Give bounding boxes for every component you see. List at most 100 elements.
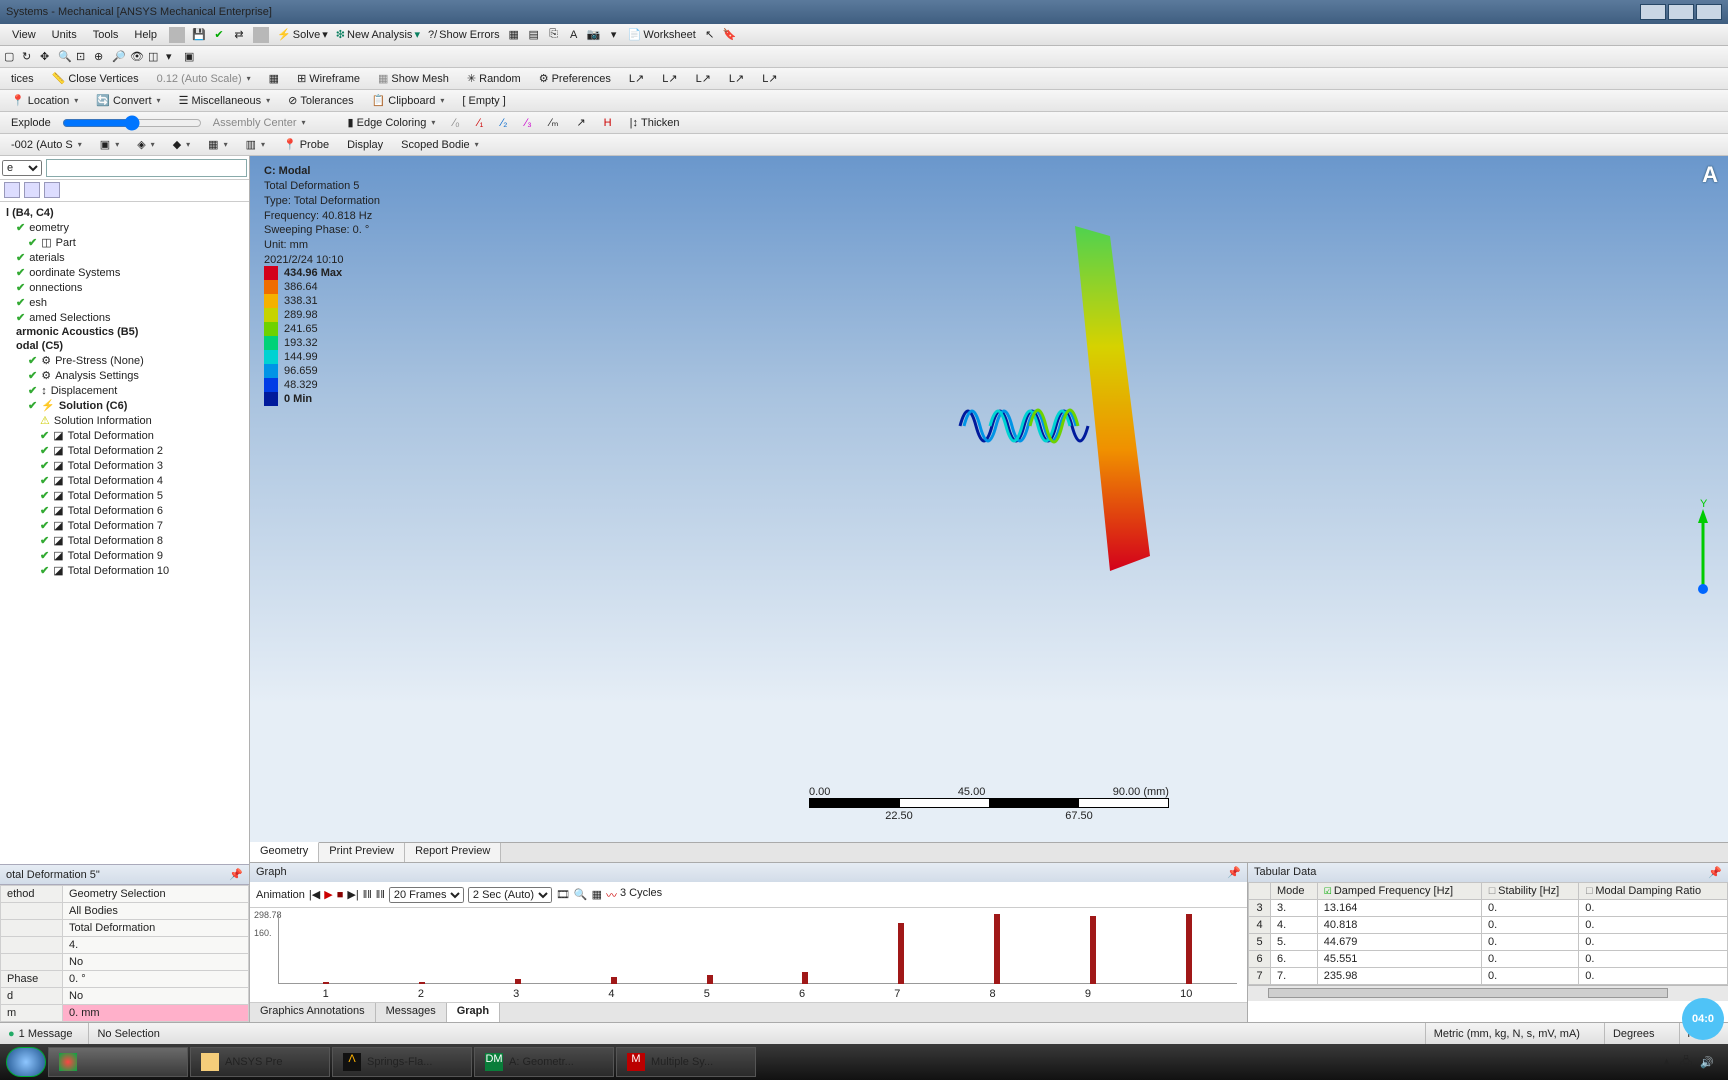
axis-l2-icon[interactable]: L↗: [655, 69, 684, 88]
system-tray[interactable]: ▲ 🖧 🔊: [1653, 1053, 1722, 1072]
cube-dd4-icon[interactable]: ▦: [201, 135, 234, 154]
anim-play-icon[interactable]: ▶: [324, 888, 332, 901]
fit-icon[interactable]: ⊕: [94, 50, 108, 64]
duration-dropdown[interactable]: 2 Sec (Auto): [468, 887, 552, 903]
ec-0-icon[interactable]: ∕₀: [446, 114, 466, 132]
tabular-pin-icon[interactable]: 📌: [1708, 866, 1722, 879]
tree-materials[interactable]: ✔aterials: [0, 250, 249, 265]
tree-prestress[interactable]: ✔⚙ Pre-Stress (None): [0, 353, 249, 368]
tab-report-preview[interactable]: Report Preview: [405, 843, 501, 862]
rotate-tool-icon[interactable]: ↻: [22, 50, 36, 64]
cube-dd2-icon[interactable]: ◈: [130, 135, 161, 154]
tree-connections[interactable]: ✔onnections: [0, 280, 249, 295]
task-wb[interactable]: ΛSprings-Fla...: [332, 1047, 472, 1077]
anim-bars2-icon[interactable]: ‖‖: [376, 889, 385, 901]
location-dropdown[interactable]: 📍Location: [4, 91, 85, 110]
axis-l4-icon[interactable]: L↗: [722, 69, 751, 88]
ec-h-icon[interactable]: H: [597, 114, 619, 132]
cube-dd5-icon[interactable]: ▥: [239, 135, 272, 154]
tree-root[interactable]: l (B4, C4): [0, 206, 249, 220]
cycles-label[interactable]: 〰3 Cycles: [606, 887, 662, 903]
ec-1-icon[interactable]: ∕₁: [471, 114, 491, 132]
tree-td-8[interactable]: ✔◪ Total Deformation 8: [0, 533, 249, 548]
worksheet-button[interactable]: 📄Worksheet: [624, 26, 700, 43]
preferences-button[interactable]: ⚙Preferences: [532, 69, 618, 88]
random-button[interactable]: ✳Random: [460, 69, 528, 88]
graphics-viewport[interactable]: C: Modal Total Deformation 5 Type: Total…: [250, 156, 1728, 842]
minimize-button[interactable]: [1640, 4, 1666, 20]
misc-dropdown[interactable]: ☰Miscellaneous: [172, 91, 278, 110]
graph-pin-icon[interactable]: 📌: [1227, 866, 1241, 879]
tb-icon-d[interactable]: A: [566, 27, 582, 43]
vertices-button[interactable]: tices: [4, 70, 41, 88]
anim-first-icon[interactable]: |◀: [309, 888, 320, 901]
tree-td-1[interactable]: ✔◪ Total Deformation: [0, 428, 249, 443]
wireframe-button[interactable]: ⊞Wireframe: [290, 69, 367, 88]
zoom-fit-icon[interactable]: 🔍: [574, 888, 588, 901]
scale-dropdown[interactable]: 0.12 (Auto Scale): [150, 70, 258, 88]
name-filter-type[interactable]: e: [2, 160, 42, 176]
tab-geometry[interactable]: Geometry: [250, 842, 319, 862]
tb-icon-b[interactable]: ▤: [526, 27, 542, 43]
maximize-button[interactable]: [1668, 4, 1694, 20]
tab-messages[interactable]: Messages: [376, 1003, 447, 1022]
tree-sort-icon[interactable]: [44, 182, 60, 198]
assembly-center-dropdown[interactable]: Assembly Center: [206, 114, 313, 132]
task-chrome[interactable]: [48, 1047, 188, 1077]
tree-td-9[interactable]: ✔◪ Total Deformation 9: [0, 548, 249, 563]
tree-displacement[interactable]: ✔↕ Displacement: [0, 383, 249, 398]
outline-tree[interactable]: l (B4, C4) ✔eometry ✔◫ Part ✔aterials ✔o…: [0, 202, 249, 864]
tb-icon-a[interactable]: ▦: [506, 27, 522, 43]
tb-icon-e[interactable]: ▾: [606, 27, 622, 43]
ec-3-icon[interactable]: ∕₃: [518, 114, 538, 132]
camera-icon[interactable]: 📷: [586, 27, 602, 43]
menu-tools[interactable]: Tools: [85, 27, 127, 43]
edge-coloring-dropdown[interactable]: ▮Edge Coloring: [341, 113, 443, 132]
zoom-in-icon[interactable]: 🔎: [112, 50, 126, 64]
tree-sol-info[interactable]: ⚠ Solution Information: [0, 413, 249, 428]
tabular-table[interactable]: Mode ☑Damped Frequency [Hz] ☐Stability […: [1248, 882, 1728, 985]
tray-up-icon[interactable]: ▲: [1661, 1056, 1672, 1068]
axis-l3-icon[interactable]: L↗: [689, 69, 718, 88]
graph-chart[interactable]: 298.78 160. 12345678910: [250, 908, 1247, 1002]
tab-graph[interactable]: Graph: [447, 1003, 500, 1022]
tree-td-3[interactable]: ✔◪ Total Deformation 3: [0, 458, 249, 473]
zoom-tool-icon[interactable]: 🔍: [58, 50, 72, 64]
save-icon[interactable]: 💾: [191, 27, 207, 43]
thicken-button[interactable]: |↕Thicken: [623, 114, 687, 132]
orientation-triad[interactable]: Y: [1688, 499, 1718, 599]
tree-coord-sys[interactable]: ✔oordinate Systems: [0, 265, 249, 280]
cursor-tool-icon[interactable]: ▢: [4, 50, 18, 64]
anim-bars-icon[interactable]: ‖‖: [363, 889, 372, 901]
anim-last-icon[interactable]: ▶|: [347, 888, 358, 901]
cursor-icon[interactable]: ↖: [702, 27, 718, 43]
task-dm[interactable]: DMA: Geometr...: [474, 1047, 614, 1077]
tree-geometry[interactable]: ✔eometry: [0, 220, 249, 235]
tree-solution[interactable]: ✔⚡ Solution (C6): [0, 398, 249, 413]
zoom-box-icon[interactable]: ⊡: [76, 50, 90, 64]
tree-filter-icon[interactable]: [4, 182, 20, 198]
tree-td-6[interactable]: ✔◪ Total Deformation 6: [0, 503, 249, 518]
status-message[interactable]: 1 Message: [8, 1028, 72, 1040]
close-button[interactable]: [1696, 4, 1722, 20]
frames-dropdown[interactable]: 20 Frames: [389, 887, 464, 903]
axis-L-icon[interactable]: L↗: [622, 69, 651, 88]
tree-named-sel[interactable]: ✔amed Selections: [0, 310, 249, 325]
task-explorer[interactable]: ANSYS Pre: [190, 1047, 330, 1077]
menu-view[interactable]: View: [4, 27, 44, 43]
anim-stop-icon[interactable]: ■: [337, 889, 344, 901]
tree-part[interactable]: ✔◫ Part: [0, 235, 249, 250]
backface-icon[interactable]: ▦: [262, 69, 286, 88]
clipboard-dropdown[interactable]: 📋Clipboard: [365, 91, 452, 110]
scoped-bodies-dropdown[interactable]: Scoped Bodie: [394, 136, 486, 154]
tag-icon[interactable]: 🔖: [722, 27, 738, 43]
tree-td-4[interactable]: ✔◪ Total Deformation 4: [0, 473, 249, 488]
tree-mesh[interactable]: ✔esh: [0, 295, 249, 310]
ec-arrow-icon[interactable]: ↗: [569, 113, 592, 132]
menu-help[interactable]: Help: [126, 27, 165, 43]
grid-icon[interactable]: ▦: [592, 888, 602, 901]
close-vertices-button[interactable]: 📏Close Vertices: [45, 69, 146, 88]
pan-tool-icon[interactable]: ✥: [40, 50, 54, 64]
toggle-icon[interactable]: ⇄: [231, 27, 247, 43]
tolerances-button[interactable]: ⊘Tolerances: [281, 91, 360, 110]
